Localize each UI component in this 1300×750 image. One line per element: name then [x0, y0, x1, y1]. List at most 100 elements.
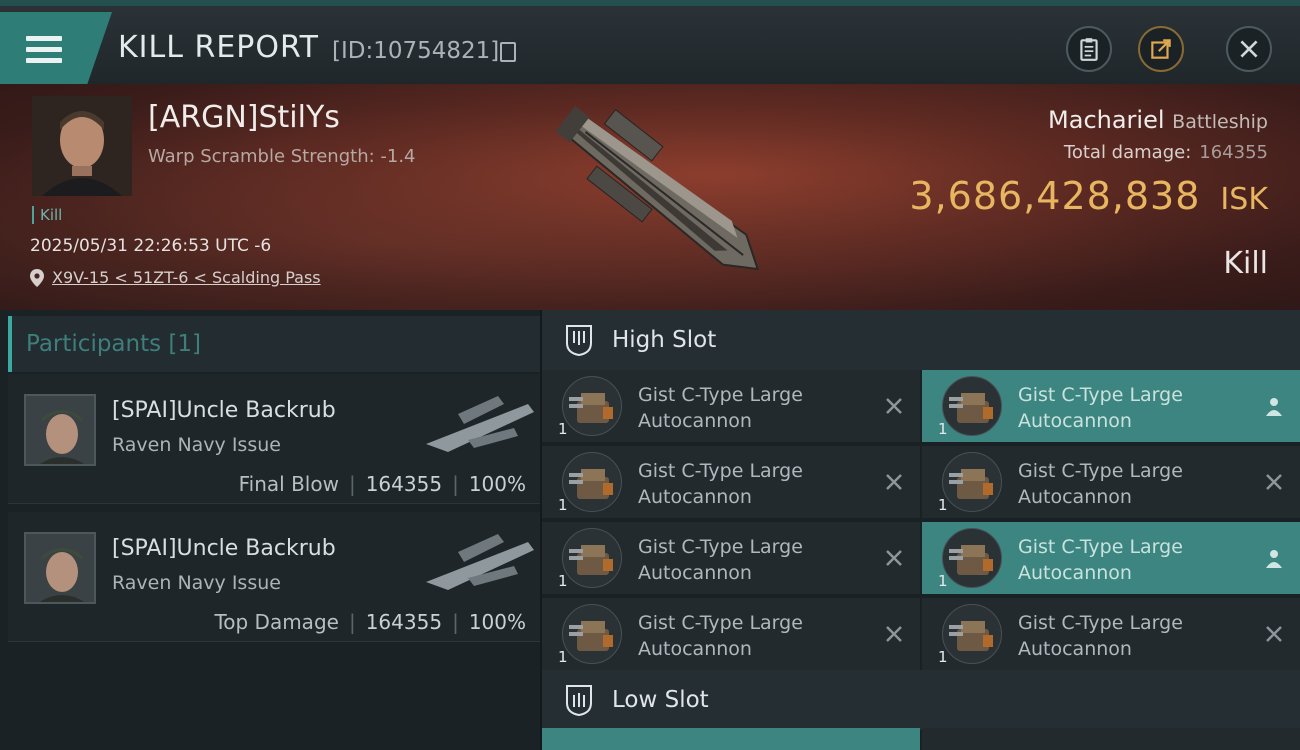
participant-ship: Raven Navy Issue — [112, 434, 281, 456]
participant-role: Final Blow — [238, 472, 339, 496]
ship-class: Battleship — [1172, 111, 1268, 133]
kill-summary: [ARGN]StilYs Warp Scramble Strength: -1.… — [0, 84, 1300, 310]
low-slot-label: Low Slot — [612, 687, 709, 713]
victim-name[interactable]: [ARGN]StilYs — [148, 100, 340, 135]
person-icon — [1266, 398, 1282, 416]
kill-datetime: 2025/05/31 22:26:53 UTC -6 — [30, 236, 272, 256]
high-slot-module[interactable]: 1 Gist C-Type Large Autocannon — [542, 522, 920, 596]
module-quantity: 1 — [938, 648, 948, 666]
high-slot-label: High Slot — [612, 327, 717, 353]
high-slot-module[interactable]: 1 Gist C-Type Large Autocannon — [922, 598, 1300, 672]
autocannon-icon — [942, 528, 1002, 588]
participant-stats: Final Blow | 164355 | 100% — [238, 472, 526, 496]
isk-amount: 3,686,428,838 — [909, 174, 1201, 218]
participants-header: Participants [1] — [26, 331, 201, 357]
module-name: Gist C-Type Large Autocannon — [638, 382, 868, 434]
module-name-line2: Autocannon — [638, 410, 752, 432]
module-name-line1: Gist C-Type Large — [638, 536, 803, 558]
destroyed-x-icon — [886, 626, 902, 642]
high-slot-icon — [566, 325, 592, 357]
participant-name: [SPAI]Uncle Backrub — [112, 398, 336, 423]
participant-stats: Top Damage | 164355 | 100% — [214, 610, 526, 634]
page-title: KILL REPORT — [118, 30, 319, 65]
participant-ship-image — [426, 396, 534, 452]
clipboard-button[interactable] — [1066, 26, 1112, 72]
kill-location[interactable]: X9V-15 < 51ZT-6 < Scalding Pass — [30, 268, 321, 287]
high-slot-module[interactable]: 1 Gist C-Type Large Autocannon — [922, 446, 1300, 520]
participants-tab[interactable]: Participants [1] — [8, 316, 540, 372]
module-name: Gist C-Type Large Autocannon — [638, 610, 868, 662]
report-id: [ID:10754821] — [332, 38, 500, 64]
kill-result: Kill — [1223, 246, 1268, 281]
share-button[interactable] — [1138, 26, 1184, 72]
close-icon — [1240, 40, 1258, 58]
module-name: Gist C-Type Large Autocannon — [1018, 610, 1248, 662]
person-icon — [1266, 550, 1282, 568]
high-slot-module[interactable]: 1 Gist C-Type Large Autocannon — [922, 522, 1300, 596]
clipboard-icon — [1080, 38, 1098, 61]
module-quantity: 1 — [938, 572, 948, 590]
victim-portrait[interactable] — [32, 96, 132, 196]
share-icon — [1151, 39, 1171, 59]
module-quantity: 1 — [558, 420, 568, 438]
module-quantity: 1 — [558, 648, 568, 666]
participant-ship: Raven Navy Issue — [112, 572, 281, 594]
isk-value: 3,686,428,838 ISK — [909, 174, 1268, 218]
module-name-line2: Autocannon — [1018, 562, 1132, 584]
total-damage-value: 164355 — [1199, 142, 1268, 163]
autocannon-icon — [942, 604, 1002, 664]
module-name-line2: Autocannon — [638, 638, 752, 660]
module-name-line1: Gist C-Type Large — [1018, 612, 1183, 634]
module-name-line2: Autocannon — [1018, 486, 1132, 508]
hamburger-menu-icon[interactable] — [26, 36, 62, 66]
participant-percent: 100% — [468, 610, 526, 634]
participant-percent: 100% — [468, 472, 526, 496]
module-name: Gist C-Type Large Autocannon — [1018, 534, 1248, 586]
module-name-line2: Autocannon — [1018, 410, 1132, 432]
low-slot-icon — [566, 685, 592, 717]
module-name: Gist C-Type Large Autocannon — [1018, 458, 1248, 510]
module-name-line1: Gist C-Type Large — [638, 612, 803, 634]
ship-name: Machariel — [1048, 106, 1165, 134]
module-name-line2: Autocannon — [638, 486, 752, 508]
high-slot-module[interactable]: 1 Gist C-Type Large Autocannon — [922, 370, 1300, 444]
participant-damage: 164355 — [365, 472, 443, 496]
participant-avatar[interactable] — [24, 394, 96, 466]
high-slot-header: High Slot — [542, 310, 1300, 370]
participant-name: [SPAI]Uncle Backrub — [112, 536, 336, 561]
low-slot-item[interactable] — [542, 728, 920, 750]
victim-ship-image[interactable] — [530, 94, 790, 304]
isk-unit: ISK — [1220, 182, 1268, 217]
module-name: Gist C-Type Large Autocannon — [638, 458, 868, 510]
autocannon-icon — [562, 604, 622, 664]
participant-row[interactable]: [SPAI]Uncle Backrub Raven Navy Issue Top… — [8, 512, 540, 642]
participant-role: Top Damage — [214, 610, 339, 634]
autocannon-icon — [562, 376, 622, 436]
module-name-line2: Autocannon — [638, 562, 752, 584]
module-name: Gist C-Type Large Autocannon — [1018, 382, 1248, 434]
location-pin-icon — [30, 268, 44, 287]
victim-ship[interactable]: Machariel Battleship — [1048, 106, 1268, 134]
module-name: Gist C-Type Large Autocannon — [638, 534, 868, 586]
autocannon-icon — [562, 452, 622, 512]
participant-damage: 164355 — [365, 610, 443, 634]
close-button[interactable] — [1226, 26, 1272, 72]
participant-row[interactable]: [SPAI]Uncle Backrub Raven Navy Issue Fin… — [8, 374, 540, 504]
low-slot-item[interactable] — [922, 728, 1300, 750]
copy-id-icon[interactable] — [500, 42, 516, 62]
module-name-line1: Gist C-Type Large — [1018, 460, 1183, 482]
high-slot-module[interactable]: 1 Gist C-Type Large Autocannon — [542, 598, 920, 672]
total-damage: Total damage: 164355 — [1064, 142, 1268, 163]
module-name-line1: Gist C-Type Large — [1018, 536, 1183, 558]
module-name-line1: Gist C-Type Large — [638, 460, 803, 482]
warp-scramble-strength: Warp Scramble Strength: -1.4 — [148, 146, 416, 167]
high-slot-module[interactable]: 1 Gist C-Type Large Autocannon — [542, 370, 920, 444]
participant-ship-image — [426, 534, 534, 590]
module-name-line1: Gist C-Type Large — [638, 384, 803, 406]
destroyed-x-icon — [1266, 626, 1282, 642]
participant-avatar[interactable] — [24, 532, 96, 604]
menu-tab[interactable] — [0, 12, 112, 84]
location-link[interactable]: X9V-15 < 51ZT-6 < Scalding Pass — [52, 268, 321, 287]
autocannon-icon — [942, 452, 1002, 512]
high-slot-module[interactable]: 1 Gist C-Type Large Autocannon — [542, 446, 920, 520]
